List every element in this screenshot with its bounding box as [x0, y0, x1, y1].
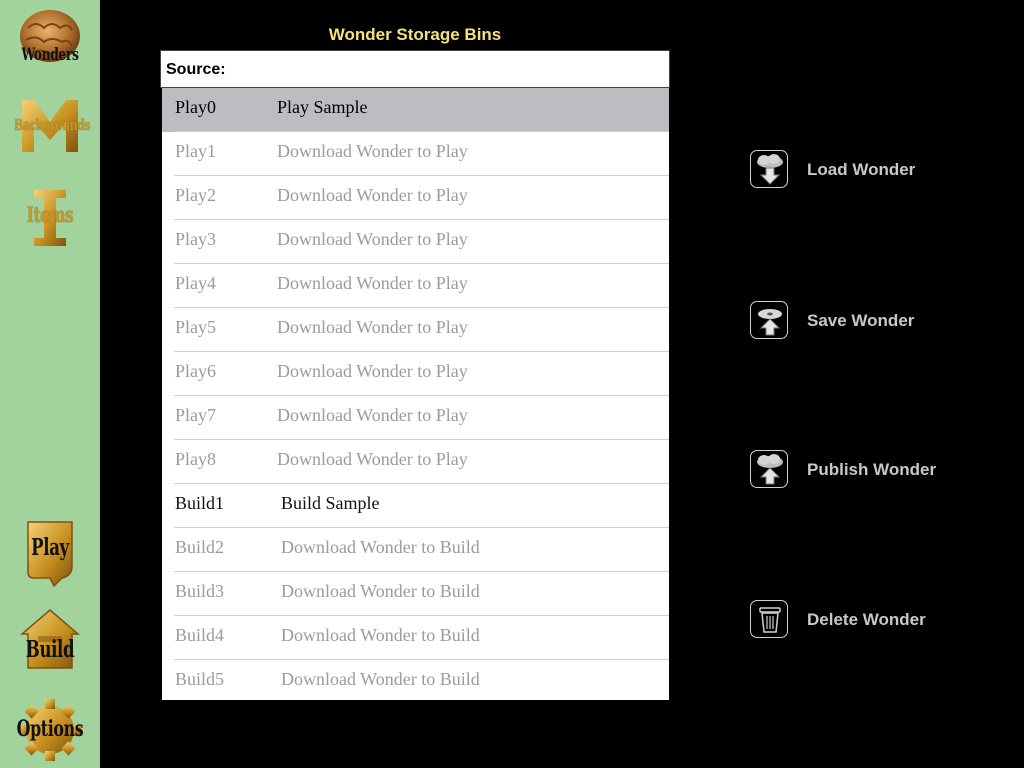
- bin-row[interactable]: Play4 Download Wonder to Play: [162, 264, 669, 308]
- bin-row[interactable]: Build4 Download Wonder to Build: [162, 616, 669, 660]
- cloud-download-icon: [750, 150, 788, 188]
- page-title: Wonder Storage Bins: [328, 25, 502, 44]
- bin-slot-name: Play2: [175, 185, 217, 205]
- bin-row[interactable]: Play1 Download Wonder to Play: [162, 132, 669, 176]
- sidebar: Wonders Backgrounds Items Play Build Opt…: [0, 0, 100, 768]
- nav-backgrounds[interactable]: Backgrounds: [0, 92, 100, 162]
- bin-row[interactable]: Build3 Download Wonder to Build: [162, 572, 669, 616]
- bin-description: Download Wonder to Play: [277, 405, 468, 425]
- source-field[interactable]: Source:: [160, 50, 670, 88]
- nav-items[interactable]: Items: [0, 184, 100, 254]
- bin-description: Download Wonder to Play: [277, 185, 468, 205]
- nav-wonders[interactable]: Wonders: [0, 4, 100, 74]
- bin-row[interactable]: Play3 Download Wonder to Play: [162, 220, 669, 264]
- load-wonder-label: Load Wonder: [807, 160, 916, 179]
- bin-slot-name: Play1: [175, 141, 217, 161]
- bin-slot-name: Build3: [175, 581, 225, 601]
- load-wonder-button[interactable]: Load Wonder: [750, 150, 980, 192]
- bin-slot-name: Build2: [175, 537, 225, 557]
- nav-wonders-label: Wonders: [21, 45, 79, 65]
- nav-build-label: Build: [25, 636, 75, 663]
- bin-row[interactable]: Play6 Download Wonder to Play: [162, 352, 669, 396]
- delete-wonder-button[interactable]: Delete Wonder: [750, 600, 980, 642]
- publish-wonder-label: Publish Wonder: [807, 460, 937, 479]
- nav-items-label: Items: [26, 202, 74, 227]
- bin-description: Download Wonder to Build: [281, 625, 480, 645]
- bin-slot-name: Play7: [175, 405, 217, 425]
- delete-wonder-label: Delete Wonder: [807, 610, 926, 629]
- bin-description: Download Wonder to Build: [281, 581, 480, 601]
- nav-play[interactable]: Play: [0, 518, 100, 588]
- bin-slot-name: Play6: [175, 361, 217, 381]
- bin-row[interactable]: Play5 Download Wonder to Play: [162, 308, 669, 352]
- bin-description: Play Sample: [277, 97, 368, 117]
- nav-options-label: Options: [16, 716, 84, 742]
- publish-wonder-button[interactable]: Publish Wonder: [750, 450, 980, 492]
- bin-row[interactable]: Build1 Build Sample: [162, 484, 669, 528]
- storage-bins-list: Play0 Play Sample Play1 Download Wonder to …: [162, 88, 669, 700]
- bin-description: Download Wonder to Play: [277, 317, 468, 337]
- bin-row[interactable]: Play8 Download Wonder to Play: [162, 440, 669, 484]
- save-wonder-button[interactable]: Save Wonder: [750, 301, 980, 343]
- bin-description: Download Wonder to Play: [277, 273, 468, 293]
- nav-build[interactable]: Build: [0, 606, 100, 676]
- bin-slot-name: Play4: [175, 273, 217, 293]
- bin-row[interactable]: Play7 Download Wonder to Play: [162, 396, 669, 440]
- bin-slot-name: Play8: [175, 449, 217, 469]
- nav-backgrounds-label: Backgrounds: [14, 116, 91, 134]
- bin-description: Download Wonder to Play: [277, 229, 468, 249]
- bin-row[interactable]: Play2 Download Wonder to Play: [162, 176, 669, 220]
- bin-row[interactable]: Build2 Download Wonder to Build: [162, 528, 669, 572]
- source-label: Source:: [166, 61, 226, 78]
- save-wonder-label: Save Wonder: [807, 311, 915, 330]
- cloud-upload-icon: [750, 450, 788, 488]
- bin-description: Build Sample: [281, 493, 380, 513]
- bin-slot-name: Play5: [175, 317, 217, 337]
- bin-description: Download Wonder to Build: [281, 669, 480, 689]
- bin-row[interactable]: Play0 Play Sample: [162, 88, 669, 132]
- nav-play-label: Play: [31, 534, 69, 561]
- bin-slot-name: Play0: [175, 97, 217, 117]
- bin-description: Download Wonder to Play: [277, 141, 468, 161]
- nav-options[interactable]: Options: [0, 696, 100, 766]
- bin-description: Download Wonder to Play: [277, 361, 468, 381]
- bin-description: Download Wonder to Play: [277, 449, 468, 469]
- bin-row[interactable]: Build5 Download Wonder to Build: [162, 660, 669, 700]
- trash-icon: [750, 600, 788, 638]
- bin-slot-name: Build4: [175, 625, 225, 645]
- disk-upload-icon: [750, 301, 788, 339]
- bin-slot-name: Build1: [175, 493, 225, 513]
- bin-slot-name: Play3: [175, 229, 217, 249]
- bin-description: Download Wonder to Build: [281, 537, 480, 557]
- bin-slot-name: Build5: [175, 669, 225, 689]
